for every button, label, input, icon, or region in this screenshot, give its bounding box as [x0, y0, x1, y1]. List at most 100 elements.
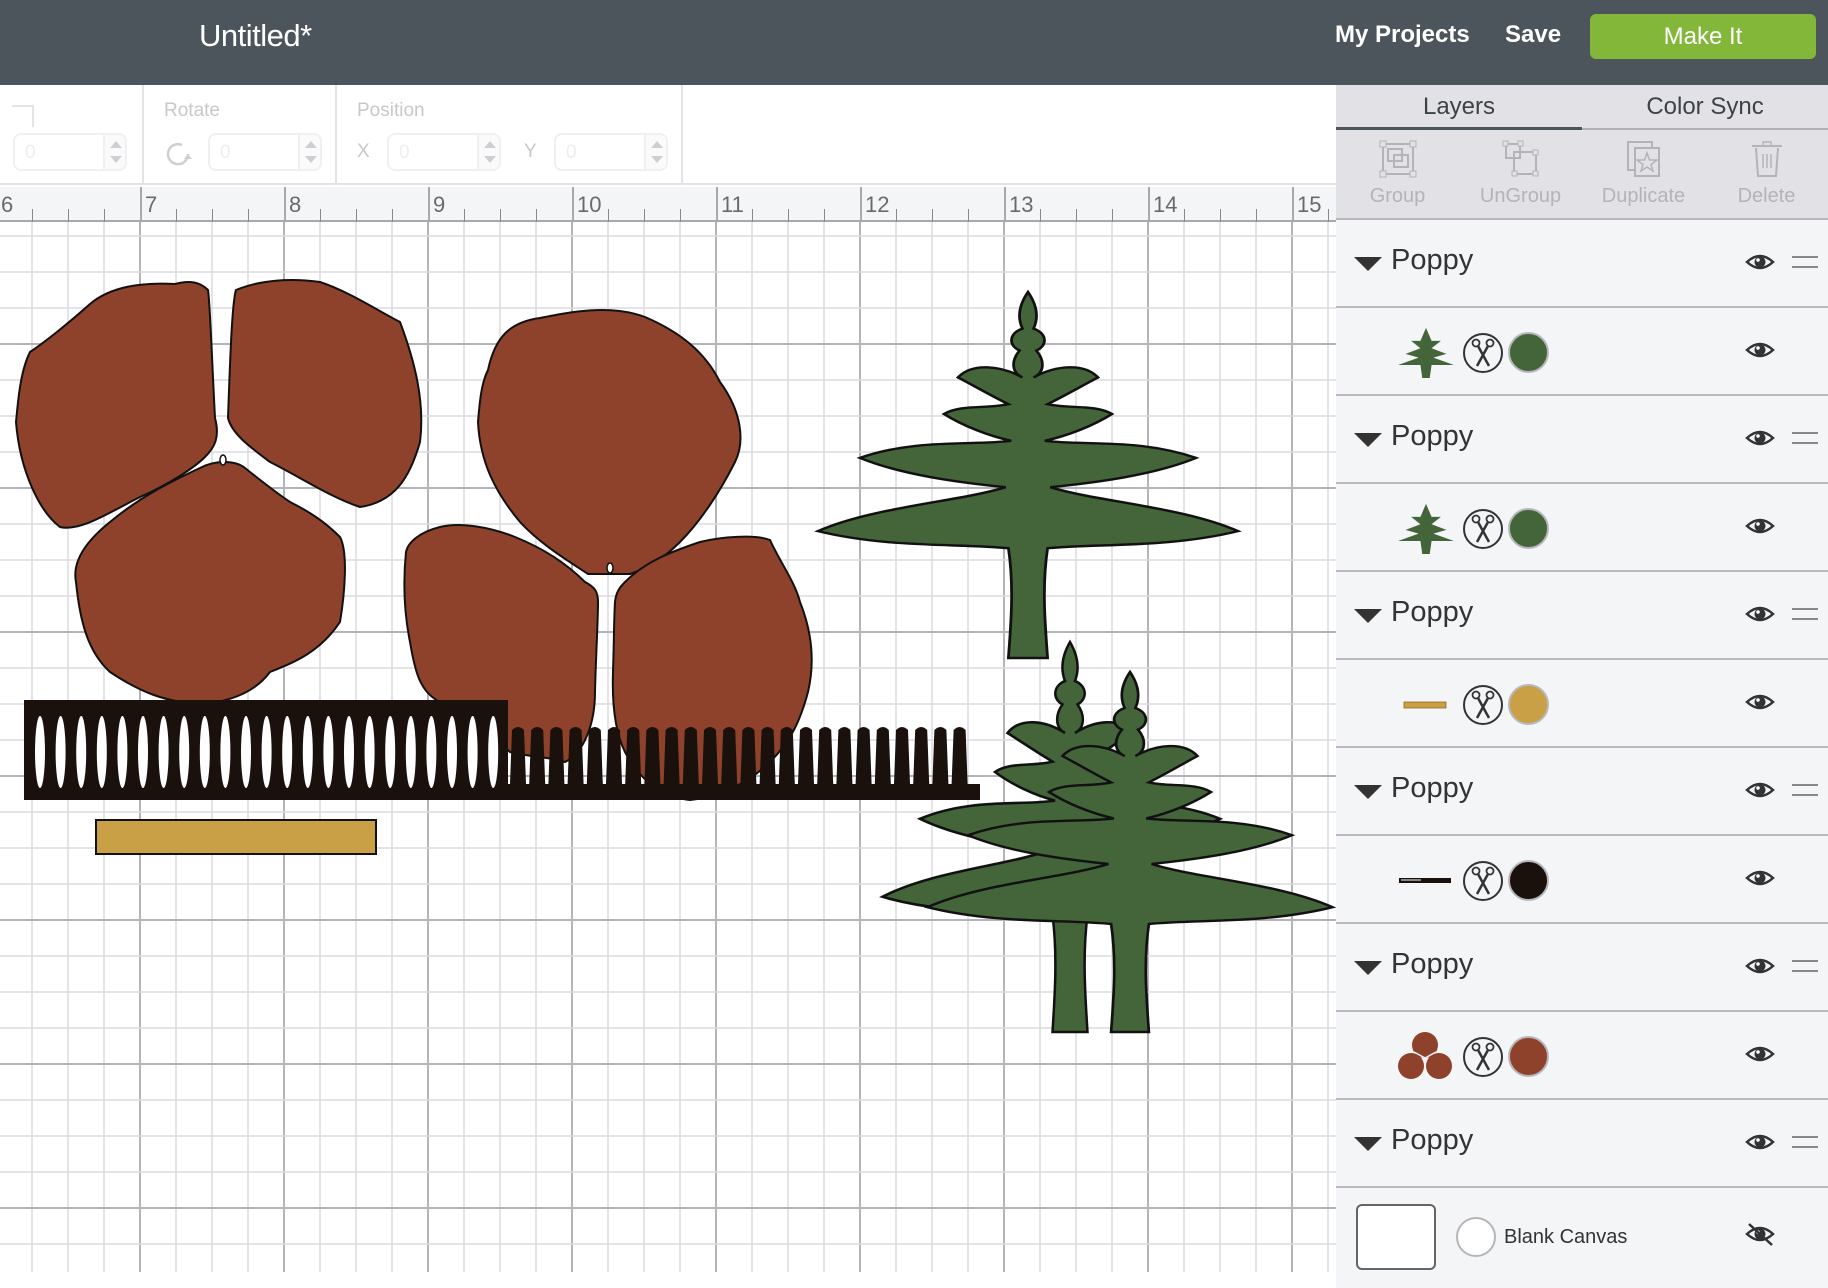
- horizontal-ruler: 6 7 8 9 10 11 12 13 14 15: [0, 187, 1401, 222]
- x-stepper[interactable]: [477, 135, 499, 169]
- scissors-cut-icon[interactable]: [1462, 1036, 1504, 1083]
- layer-group-row[interactable]: Poppy: [1336, 572, 1828, 660]
- drag-handle-icon[interactable]: [1792, 784, 1818, 796]
- visibility-eye-icon[interactable]: [1745, 690, 1775, 719]
- gold-strip-shape[interactable]: [95, 819, 377, 855]
- layer-item-row[interactable]: [1336, 484, 1828, 572]
- fringe-slit: [467, 716, 478, 788]
- ruler-major-tick: [572, 187, 574, 222]
- fringe-slit: [220, 716, 231, 788]
- collapse-caret-icon[interactable]: [1354, 609, 1382, 623]
- drag-handle-icon[interactable]: [1792, 1136, 1818, 1148]
- visibility-eye-icon[interactable]: [1745, 1042, 1775, 1071]
- color-swatch[interactable]: [1508, 684, 1549, 725]
- drag-handle-icon[interactable]: [1792, 608, 1818, 620]
- blank-canvas-row[interactable]: Blank Canvas: [1336, 1188, 1828, 1288]
- layer-item-row[interactable]: [1336, 660, 1828, 748]
- ruler-label: 12: [865, 192, 890, 217]
- ruler-minor-tick: [788, 209, 789, 222]
- color-swatch[interactable]: [1508, 1036, 1549, 1077]
- fringe-slit: [323, 716, 334, 788]
- rotate-input[interactable]: 0: [208, 133, 322, 171]
- layer-item-row[interactable]: [1336, 1012, 1828, 1100]
- size-input[interactable]: 0: [13, 133, 127, 171]
- size-stepper[interactable]: [103, 135, 125, 169]
- color-swatch[interactable]: [1508, 860, 1549, 901]
- ruler-major-tick: [1292, 187, 1294, 222]
- visibility-eye-icon[interactable]: [1745, 514, 1775, 543]
- layer-group-row[interactable]: Poppy: [1336, 924, 1828, 1012]
- panel-tabs: Layers Color Sync: [1336, 85, 1828, 130]
- drag-handle-icon[interactable]: [1792, 960, 1818, 972]
- design-canvas[interactable]: [0, 222, 1336, 1272]
- collapse-caret-icon[interactable]: [1354, 961, 1382, 975]
- layer-group-row[interactable]: Poppy: [1336, 220, 1828, 308]
- visibility-eye-icon[interactable]: [1745, 426, 1775, 455]
- visibility-eye-icon[interactable]: [1745, 338, 1775, 367]
- canvas-color-swatch[interactable]: [1456, 1217, 1496, 1257]
- drag-handle-icon[interactable]: [1792, 256, 1818, 268]
- fringe-shape[interactable]: [24, 700, 980, 800]
- project-title[interactable]: Untitled*: [199, 18, 312, 54]
- visibility-eye-icon[interactable]: [1745, 250, 1775, 279]
- petal-shape-left[interactable]: [14, 279, 423, 706]
- group-button[interactable]: Group: [1336, 130, 1459, 218]
- ruler-minor-tick: [320, 209, 321, 222]
- color-swatch[interactable]: [1508, 508, 1549, 549]
- visibility-eye-icon[interactable]: [1745, 602, 1775, 631]
- fringe-slit: [138, 716, 148, 788]
- ungroup-button[interactable]: UnGroup: [1459, 130, 1582, 218]
- petals-thumbnail-icon: [1396, 1030, 1456, 1082]
- tab-layers[interactable]: Layers: [1336, 85, 1582, 130]
- fringe-slit: [447, 716, 457, 788]
- trash-icon: [1752, 141, 1782, 177]
- ruler-major-tick: [1004, 187, 1006, 222]
- visibility-eye-icon[interactable]: [1745, 954, 1775, 983]
- collapse-caret-icon[interactable]: [1354, 785, 1382, 799]
- leaf-shape-top[interactable]: [814, 289, 1242, 660]
- layer-item-row[interactable]: [1336, 836, 1828, 924]
- visibility-eye-icon[interactable]: [1745, 778, 1775, 807]
- size-section: 0: [0, 85, 144, 185]
- collapse-caret-icon[interactable]: [1354, 257, 1382, 271]
- layer-group-name: Poppy: [1391, 596, 1474, 628]
- fringe-slit: [488, 716, 499, 788]
- scissors-cut-icon[interactable]: [1462, 860, 1504, 907]
- make-it-button[interactable]: Make It: [1590, 14, 1816, 59]
- layer-group-name: Poppy: [1391, 948, 1474, 980]
- scissors-cut-icon[interactable]: [1462, 684, 1504, 731]
- layer-group-row[interactable]: Poppy: [1336, 396, 1828, 484]
- collapse-caret-icon[interactable]: [1354, 433, 1382, 447]
- group-label: Group: [1369, 185, 1426, 207]
- delete-button[interactable]: Delete: [1705, 130, 1828, 218]
- tab-color-sync[interactable]: Color Sync: [1582, 85, 1828, 130]
- visibility-eye-icon[interactable]: [1745, 866, 1775, 895]
- y-stepper[interactable]: [644, 135, 666, 169]
- ruler-label: 14: [1153, 192, 1178, 217]
- color-swatch[interactable]: [1508, 332, 1549, 373]
- ruler-major-tick: [716, 187, 718, 222]
- collapse-caret-icon[interactable]: [1354, 1137, 1382, 1151]
- scissors-cut-icon[interactable]: [1462, 332, 1504, 379]
- duplicate-icon: [1627, 141, 1660, 177]
- strip-thumbnail-icon: [1396, 678, 1456, 730]
- leaf-shape-bottom[interactable]: [879, 639, 1336, 1034]
- layer-group-row[interactable]: Poppy: [1336, 1100, 1828, 1188]
- drag-handle-icon[interactable]: [1792, 432, 1818, 444]
- rotate-stepper[interactable]: [298, 135, 320, 169]
- ruler-minor-tick: [1184, 209, 1185, 222]
- save-button[interactable]: Save: [1505, 21, 1561, 49]
- hidden-eye-icon[interactable]: [1745, 1222, 1775, 1251]
- fringe-thumbnail-icon: [1396, 854, 1456, 906]
- scissors-cut-icon[interactable]: [1462, 508, 1504, 555]
- canvas-artwork: [14, 279, 1336, 1034]
- visibility-eye-icon[interactable]: [1745, 1130, 1775, 1159]
- my-projects-link[interactable]: My Projects: [1335, 21, 1470, 49]
- y-input[interactable]: 0: [554, 133, 668, 171]
- layers-panel: Layers Color Sync Group UnGroup Duplicat…: [1336, 85, 1828, 1288]
- layer-group-row[interactable]: Poppy: [1336, 748, 1828, 836]
- layer-item-row[interactable]: [1336, 308, 1828, 396]
- x-input[interactable]: 0: [387, 133, 501, 171]
- duplicate-button[interactable]: Duplicate: [1582, 130, 1705, 218]
- ruler-minor-tick: [248, 209, 249, 222]
